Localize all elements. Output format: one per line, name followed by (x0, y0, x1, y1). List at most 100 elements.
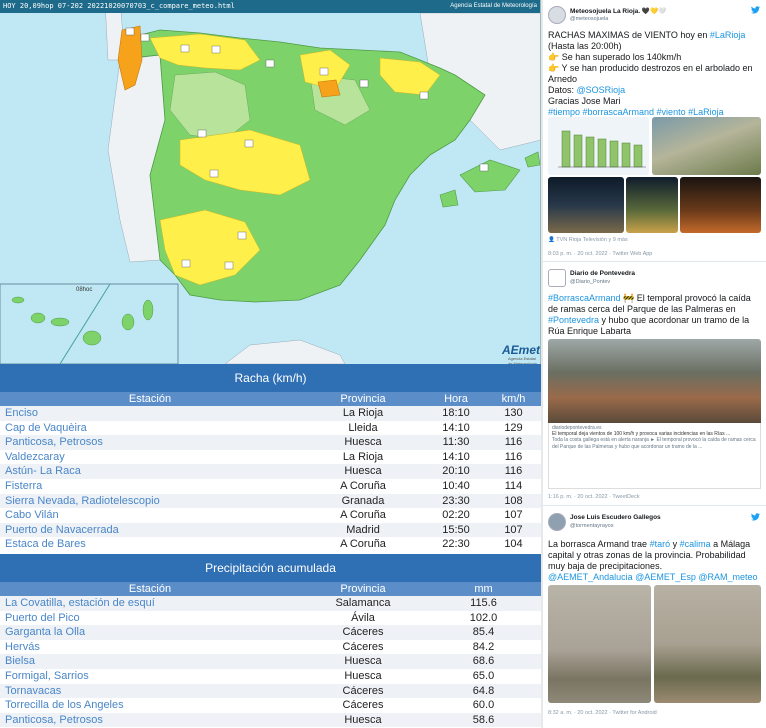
racha-table-body: Enciso La Rioja 18:10 130 Cap de Vaquèira Lle… (0, 406, 541, 552)
table-row: Enciso La Rioja 18:10 130 (0, 406, 541, 421)
station-name[interactable]: Torrecilla de los Angeles (0, 698, 300, 713)
avatar[interactable] (548, 6, 566, 24)
station-name[interactable]: Valdezcaray (0, 450, 300, 465)
tweet-image-fallen-branches[interactable] (626, 177, 678, 233)
table-row: Puerto de Navacerrada Madrid 15:50 107 (0, 522, 541, 538)
precip-value: 64.8 (472, 684, 495, 697)
tweet-image-night-street[interactable] (548, 177, 624, 233)
province: Granada (341, 494, 385, 507)
table-row: Panticosa, Petrosos Huesca 11:30 116 (0, 435, 541, 450)
tweet-author-name[interactable]: Jose Luis Escudero Gallegos (570, 514, 661, 521)
tweet-timestamp[interactable]: 8:03 p. m. · 20 oct. 2022 · Twitter Web … (548, 251, 652, 257)
tweet-diario-pontevedra[interactable]: Diario de Pontevedra @Diario_Pontev #Bor… (543, 263, 766, 506)
news-card[interactable]: diariodepontevedra.es El temporal deja v… (548, 423, 761, 489)
station-name[interactable]: Hervás (0, 640, 300, 655)
precip-value: 115.6 (470, 597, 497, 609)
precip-table-body: La Covatilla, estación de esquí Salamanca… (0, 596, 541, 728)
province: Huesca (344, 669, 382, 682)
tweet-timestamp[interactable]: 8:32 a. m. · 20 oct. 2022 · Twitter for … (548, 710, 657, 716)
tweet-timestamp[interactable]: 1:16 p. m. · 20 oct. 2022 · TweetDeck (548, 494, 640, 500)
gust-value: 107 (504, 523, 523, 536)
hashtag-link[interactable]: #taró (650, 539, 671, 549)
precip-value: 58.6 (472, 713, 495, 726)
tweet-tormentayrayos[interactable]: Jose Luis Escudero Gallegos @tormentayra… (543, 507, 766, 728)
table-row: La Covatilla, estación de esquí Salamanca… (0, 596, 541, 611)
aemet-logo: AEmet (502, 343, 541, 357)
tweet-line: Datos: (548, 85, 577, 95)
twitter-bird-icon (751, 6, 760, 14)
station-name[interactable]: Puerto del Pico (0, 611, 300, 626)
station-name[interactable]: Astún- La Raca (0, 464, 300, 479)
precip-table-header: Estación Provincia mm (0, 582, 541, 596)
tweet-author-name[interactable]: Meteosojuela La Rioja. 🖤💛🤍 (570, 7, 666, 15)
station-name[interactable]: Cap de Vaquèira (0, 421, 300, 436)
twitter-feed[interactable]: Meteosojuela La Rioja. 🖤💛🤍 @meteosojuela… (543, 0, 766, 728)
map-banner: HOY 20,09hop 07-202 20221020070703_c_com… (0, 0, 540, 13)
province: Huesca (344, 713, 382, 726)
station-name[interactable]: La Covatilla, estación de esquí (0, 596, 300, 611)
table-row: Sierra Nevada, Radiotelescopio Granada 23:… (0, 493, 541, 509)
mention-links[interactable]: @AEMET_Andalucia @AEMET_Esp @RAM_meteo (548, 572, 761, 583)
tweet-text-part: y (670, 539, 680, 549)
table-row: Fisterra A Coruña 10:40 114 (0, 479, 541, 494)
station-name[interactable]: Enciso (0, 406, 300, 421)
time: 10:40 (442, 479, 470, 492)
station-name[interactable]: Cabo Vilán (0, 508, 300, 523)
gust-value: 116 (504, 436, 523, 449)
province: Cáceres (342, 626, 384, 639)
station-name[interactable]: Fisterra (0, 479, 300, 494)
tweet-image-damaged-tree[interactable] (652, 117, 761, 175)
col-estacion: Estación (128, 583, 172, 595)
racha-table: Racha (km/h) Estación Provincia Hora km/… (0, 364, 541, 554)
hashtag-link[interactable]: #Pontevedra (548, 315, 599, 325)
table-row: Bielsa Huesca 68.6 (0, 654, 541, 669)
canary-inset-label: 08hoc (76, 287, 93, 293)
tweet-meteosojuela[interactable]: Meteosojuela La Rioja. 🖤💛🤍 @meteosojuela… (543, 0, 766, 262)
hashtag-link[interactable]: #calima (680, 539, 711, 549)
station-name[interactable]: Sierra Nevada, Radiotelescopio (0, 494, 300, 509)
gust-value: 130 (504, 407, 523, 419)
tweet-text-part: La borrasca Armand trae (548, 539, 650, 549)
station-name[interactable]: Formigal, Sarrios (0, 669, 300, 684)
hashtag-link[interactable]: #LaRioja (710, 30, 746, 40)
province: La Rioja (342, 407, 384, 419)
station-name[interactable]: Puerto de Navacerrada (0, 523, 300, 538)
time: 11:30 (442, 436, 470, 449)
tweet-image-hazy-city[interactable] (548, 585, 651, 703)
tweet-line: 👉 Se han superado los 140km/h (548, 52, 682, 62)
hashtag-link[interactable]: #BorrascaArmand (548, 293, 621, 303)
tweet-author-handle[interactable]: @tormentayrayos (570, 523, 614, 529)
province: Cáceres (342, 640, 384, 653)
tweet-image-calima-buildings[interactable] (654, 585, 761, 703)
mention-link[interactable]: @SOSRioja (577, 85, 626, 95)
tweet-line: Gracias Jose Mari (548, 96, 621, 106)
table-row: Panticosa, Petrosos Huesca 58.6 (0, 712, 541, 728)
avatar[interactable] (548, 513, 566, 531)
province: La Rioja (342, 450, 384, 463)
station-name[interactable]: Panticosa, Petrosos (0, 713, 300, 728)
table-row: Astún- La Raca Huesca 20:10 116 (0, 464, 541, 479)
station-name[interactable]: Estaca de Bares (0, 537, 300, 552)
station-name[interactable]: Bielsa (0, 654, 300, 669)
station-name[interactable]: Garganta la Olla (0, 625, 300, 640)
tweet-image-chart[interactable] (548, 117, 649, 175)
tweet-author-name[interactable]: Diario de Pontevedra (570, 270, 635, 277)
col-kmh: km/h (501, 393, 526, 405)
tweet-author-handle[interactable]: @meteosojuela (570, 16, 608, 22)
station-name[interactable]: Panticosa, Petrosos (0, 435, 300, 450)
precip-value: 84.2 (472, 640, 495, 653)
tweet-author-handle[interactable]: @Diario_Pontev (570, 279, 610, 285)
racha-table-header: Estación Provincia Hora km/h (0, 392, 541, 406)
col-provincia: Provincia (340, 583, 386, 595)
news-card-image[interactable] (548, 339, 761, 423)
avatar[interactable] (548, 269, 566, 287)
province: A Coruña (340, 479, 386, 492)
tweet-image-street-lights[interactable] (680, 177, 761, 233)
table-row: Cap de Vaquèira Lleida 14:10 129 (0, 421, 541, 436)
province: A Coruña (340, 538, 386, 551)
col-hora: Hora (444, 393, 468, 405)
image-credit-text[interactable]: TVN Rioja Televisión y 9 más (556, 237, 627, 243)
station-name[interactable]: Tornavacas (0, 684, 300, 699)
precip-table: Precipitación acumulada Estación Provinc… (0, 554, 541, 728)
precip-value: 85.4 (472, 626, 495, 639)
